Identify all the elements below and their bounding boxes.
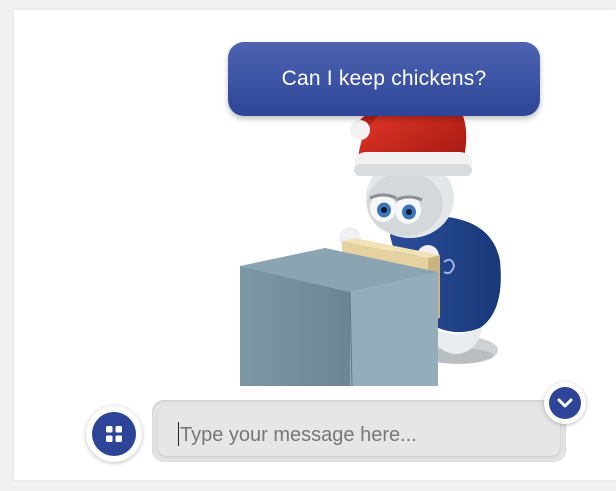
message-input-container <box>152 400 566 462</box>
user-message-text: Can I keep chickens? <box>281 67 487 90</box>
text-caret <box>178 422 179 446</box>
menu-button[interactable] <box>86 406 142 462</box>
message-input-frame <box>158 406 560 456</box>
collapse-button[interactable] <box>544 382 586 424</box>
message-input[interactable] <box>178 419 542 451</box>
menu-button-inner[interactable] <box>92 412 136 456</box>
grid-icon <box>106 426 122 442</box>
user-message-bubble: Can I keep chickens? <box>228 42 540 116</box>
collapse-button-inner[interactable] <box>549 387 581 419</box>
chevron-down-icon <box>557 398 573 408</box>
